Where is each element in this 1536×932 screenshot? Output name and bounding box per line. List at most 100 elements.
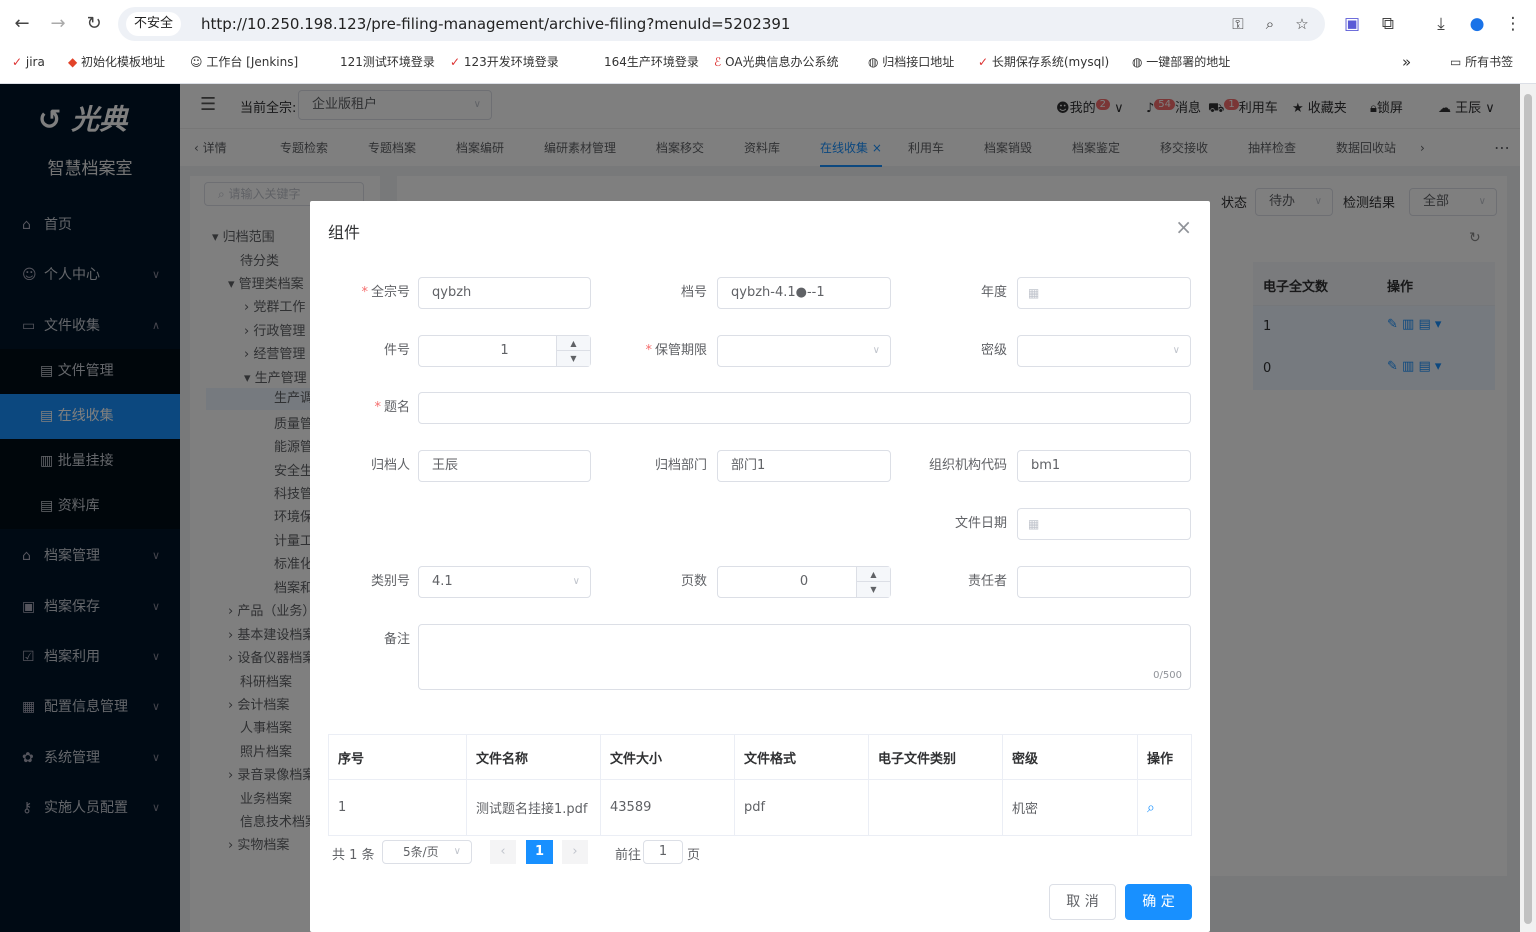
col-filename: 文件名称 (466, 734, 601, 780)
gitlab-icon: ◆ (68, 55, 82, 69)
label-dept: 归档部门 (654, 458, 707, 473)
ok-button[interactable]: 确 定 (1125, 884, 1192, 920)
profile-icon[interactable]: ● (1464, 11, 1490, 37)
globe-icon: ◍ (868, 55, 883, 69)
cell-index: 1 (328, 779, 467, 836)
folder-icon: ▭ (1450, 55, 1466, 69)
search-icon[interactable]: ⌕ (1147, 800, 1155, 816)
forward-icon[interactable]: → (46, 12, 70, 36)
goto-input[interactable]: 1 (643, 840, 683, 864)
component-dialog: 组件 × * 全宗号 qybzh 档号 qybzh-4.1●--1 年度 ▦ 件号… (310, 201, 1210, 932)
all-bookmarks[interactable]: ▭ 所有书签 (1450, 50, 1513, 74)
stepper-buttons[interactable]: ▲ ▼ (856, 567, 890, 597)
dialog-title: 组件 (328, 223, 361, 242)
label-title: * 题名 (374, 400, 410, 415)
stepper-buttons[interactable]: ▲ ▼ (556, 336, 590, 366)
back-icon[interactable]: ← (10, 12, 34, 36)
more-icon[interactable]: ⋮ (1500, 11, 1526, 37)
cell-filename: 测试题名挂接1.pdf (466, 779, 601, 836)
key-icon[interactable]: ⚿ (1226, 12, 1250, 36)
bookmark-oa[interactable]: ℰ OA光典信息办公系统 (714, 50, 839, 74)
retention-select[interactable]: ∨ (717, 335, 891, 367)
filedate-picker[interactable]: ▦ (1017, 508, 1191, 540)
file-table: 序号 文件名称 文件大小 文件格式 电子文件类别 密级 操作 1 测试题名挂接1… (328, 734, 1192, 836)
page-unit: 页 (687, 848, 701, 863)
decrease-icon[interactable]: ▼ (857, 582, 890, 597)
oa-icon: ℰ (714, 55, 726, 69)
cell-secret: 机密 (1002, 779, 1138, 836)
col-filesize: 文件大小 (600, 734, 735, 780)
chevron-down-icon: ∨ (572, 576, 580, 587)
label-retention: * 保管期限 (645, 343, 707, 358)
col-efile-type: 电子文件类别 (868, 734, 1003, 780)
decrease-icon[interactable]: ▼ (557, 351, 590, 366)
bookmark-icon: ✓ (978, 55, 992, 69)
char-count: 0/500 (1153, 670, 1182, 681)
goto-label: 前往 (615, 848, 642, 863)
pages-stepper[interactable]: 0 ▲ ▼ (717, 566, 891, 598)
responsible-input[interactable] (1017, 566, 1191, 598)
label-filedate: 文件日期 (954, 516, 1007, 531)
archno-input[interactable]: qybzh-4.1●--1 (717, 277, 891, 309)
itemno-stepper[interactable]: 1 ▲ ▼ (418, 335, 591, 367)
bookmark-jenkins[interactable]: ☺ 工作台 [Jenkins] (190, 50, 298, 74)
col-op: 操作 (1137, 734, 1192, 780)
fonds-input[interactable]: qybzh (418, 277, 591, 309)
puzzle-icon[interactable]: ⧉ (1375, 11, 1401, 37)
increase-icon[interactable]: ▲ (857, 567, 890, 582)
browser-toolbar: ← → ↻ 不安全 http://10.250.198.123/pre-fili… (0, 0, 1536, 48)
download-icon[interactable]: ⤓ (1428, 11, 1454, 37)
cancel-button[interactable]: 取 消 (1049, 884, 1116, 920)
bookmark-api[interactable]: ◍ 归档接口地址 (868, 50, 954, 74)
close-icon[interactable]: × (1175, 215, 1192, 239)
label-category: 类别号 (370, 574, 410, 589)
label-archiver: 归档人 (370, 458, 410, 473)
scrollbar[interactable] (1520, 84, 1536, 932)
label-itemno: 件号 (383, 343, 410, 358)
label-orgcode: 组织机构代码 (928, 458, 1007, 473)
page-number[interactable]: 1 (526, 840, 553, 864)
bookmark-121[interactable]: 121测试环境登录 (340, 50, 435, 74)
bookmark-123[interactable]: ✓ 123开发环境登录 (450, 50, 559, 74)
reload-icon[interactable]: ↻ (82, 12, 106, 36)
secret-select[interactable]: ∨ (1017, 335, 1191, 367)
next-page-icon[interactable]: › (562, 840, 588, 864)
remark-textarea[interactable]: 0/500 (418, 624, 1191, 690)
label-year: 年度 (980, 285, 1007, 300)
cell-format: pdf (734, 779, 869, 836)
security-chip[interactable]: 不安全 (126, 12, 182, 36)
label-fonds: * 全宗号 (361, 285, 410, 300)
title-input[interactable] (418, 392, 1191, 424)
archiver-input[interactable]: 王辰 (418, 450, 591, 482)
star-icon[interactable]: ☆ (1290, 12, 1314, 36)
page-size-select[interactable]: 5条/页 ∨ (382, 840, 472, 864)
chevron-down-icon: ∨ (453, 846, 461, 857)
cell-op: ⌕ (1137, 779, 1192, 836)
bookmark-template[interactable]: ◆ 初始化模板地址 (68, 50, 165, 74)
bookmark-164[interactable]: 164生产环境登录 (604, 50, 699, 74)
table-row[interactable]: 1 测试题名挂接1.pdf 43589 pdf 机密 ⌕ (328, 779, 1192, 836)
extension-icon[interactable]: ▣ (1339, 11, 1365, 37)
increase-icon[interactable]: ▲ (557, 336, 590, 351)
prev-page-icon[interactable]: ‹ (490, 840, 516, 864)
chevron-down-icon: ∨ (872, 345, 880, 356)
year-picker[interactable]: ▦ (1017, 277, 1191, 309)
url-text[interactable]: http://10.250.198.123/pre-filing-managem… (201, 7, 790, 41)
bookmark-longterm[interactable]: ✓ 长期保存系统(mysql) (978, 50, 1109, 74)
category-select[interactable]: 4.1 ∨ (418, 566, 591, 598)
bookmark-jira[interactable]: ✓ jira (12, 50, 45, 74)
chevron-down-icon: ∨ (1172, 345, 1180, 356)
more-bookmarks-icon[interactable]: » (1402, 50, 1411, 74)
label-remark: 备注 (383, 632, 410, 647)
calendar-icon: ▦ (1028, 286, 1040, 300)
bookmark-deploy[interactable]: ◍ 一键部署的地址 (1132, 50, 1230, 74)
dept-input[interactable]: 部门1 (717, 450, 891, 482)
orgcode-input[interactable]: bm1 (1017, 450, 1191, 482)
col-format: 文件格式 (734, 734, 869, 780)
scrollbar-thumb[interactable] (1524, 94, 1532, 924)
zoom-icon[interactable]: ⌕ (1258, 12, 1282, 36)
address-bar[interactable]: 不安全 http://10.250.198.123/pre-filing-man… (118, 7, 1325, 41)
col-secret: 密级 (1002, 734, 1138, 780)
label-secret: 密级 (980, 343, 1007, 358)
pager-total: 共 1 条 (332, 848, 375, 863)
